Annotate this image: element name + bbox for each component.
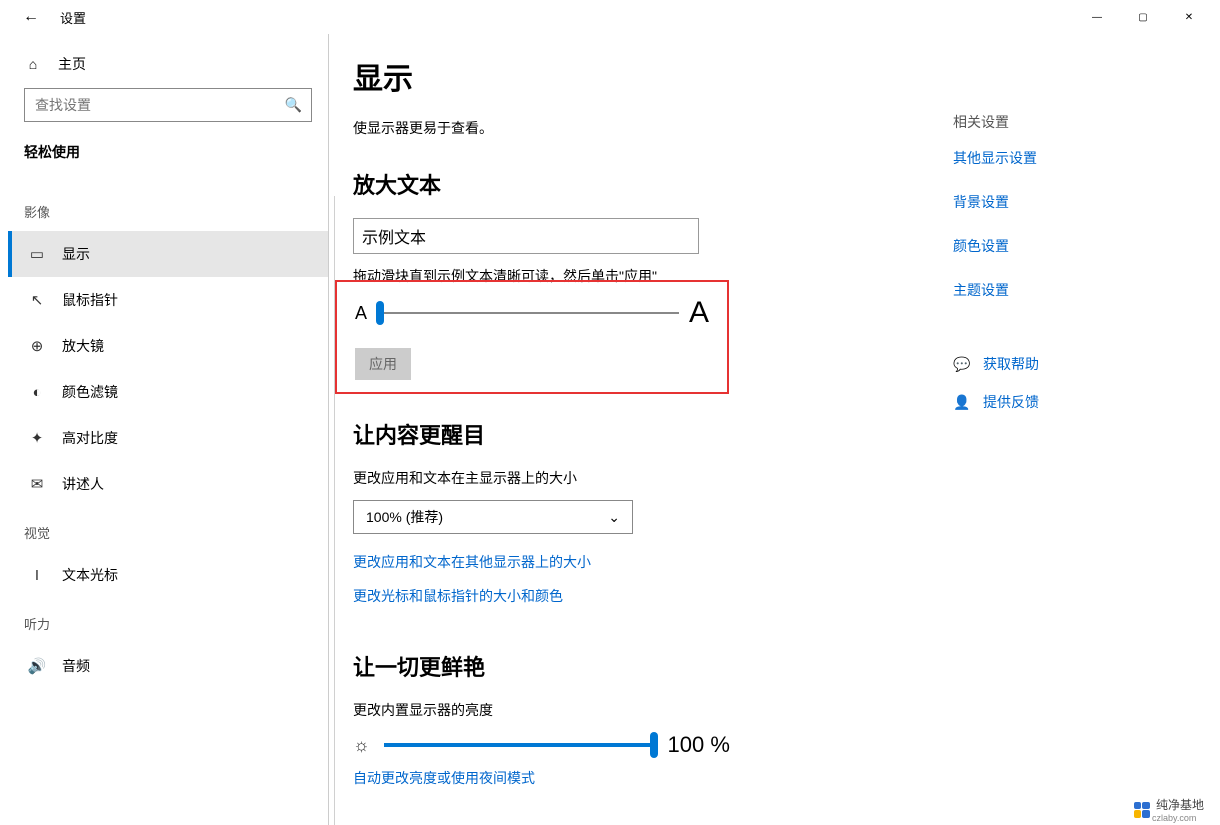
- watermark-brand: 纯净基地: [1156, 796, 1204, 813]
- link-other-displays[interactable]: 更改应用和文本在其他显示器上的大小: [353, 552, 913, 572]
- brightness-thumb[interactable]: [650, 732, 658, 758]
- minimize-button[interactable]: —: [1074, 0, 1120, 34]
- titlebar: ← 设置 — ▢ ✕: [8, 0, 1212, 34]
- sidebar-item-label: 讲述人: [62, 474, 104, 494]
- scale-label: 更改应用和文本在主显示器上的大小: [353, 468, 913, 488]
- main-area: 显示 使显示器更易于查看。 放大文本 示例文本 拖动滑块直到示例文本清晰可读，然…: [328, 34, 1212, 825]
- sidebar-item-color-filters[interactable]: ◐ 颜色滤镜: [8, 369, 328, 415]
- sun-icon: ☼: [353, 735, 370, 756]
- magnifier-icon: ⊕: [28, 337, 46, 355]
- sidebar-item-label: 鼠标指针: [62, 290, 118, 310]
- link-background-settings[interactable]: 背景设置: [953, 192, 1212, 212]
- page-subtitle: 使显示器更易于查看。: [353, 118, 913, 138]
- search-wrap: 🔍: [8, 88, 328, 142]
- close-button[interactable]: ✕: [1166, 0, 1212, 34]
- window-body: ⌂ 主页 🔍 轻松使用 影像 ▭ 显示 ↖ 鼠标指针 ⊕: [8, 34, 1212, 825]
- settings-window: ← 设置 — ▢ ✕ ⌂ 主页 🔍 轻松使用 影像: [8, 0, 1212, 825]
- sidebar-group-label: 视觉: [8, 507, 328, 552]
- section-enlarge-text: 放大文本: [353, 168, 913, 200]
- big-a-icon: A: [689, 296, 709, 330]
- section-content-prominent: 让内容更醒目: [353, 418, 913, 450]
- text-size-slider[interactable]: [377, 312, 679, 314]
- sidebar-item-high-contrast[interactable]: ✦ 高对比度: [8, 415, 328, 461]
- sidebar-item-mouse-pointer[interactable]: ↖ 鼠标指针: [8, 277, 328, 323]
- feedback-icon: 👤: [953, 394, 969, 411]
- sidebar-item-audio[interactable]: 🔊 音频: [8, 643, 328, 689]
- search-box: 🔍: [24, 88, 312, 122]
- sidebar: ⌂ 主页 🔍 轻松使用 影像 ▭ 显示 ↖ 鼠标指针 ⊕: [8, 34, 328, 825]
- sidebar-home-label: 主页: [58, 54, 86, 74]
- help-link: 获取帮助: [983, 354, 1039, 374]
- feedback-row[interactable]: 👤 提供反馈: [953, 392, 1212, 412]
- palette-icon: ◐: [28, 384, 46, 401]
- home-icon: ⌂: [24, 56, 42, 72]
- watermark: 纯净基地 czlaby.com: [1134, 796, 1204, 823]
- text-cursor-icon: I: [28, 567, 46, 584]
- scale-dropdown[interactable]: 100% (推荐) ⌄: [353, 500, 633, 534]
- sidebar-item-label: 放大镜: [62, 336, 104, 356]
- watermark-logo: [1134, 802, 1150, 818]
- sample-text-box: 示例文本: [353, 218, 699, 254]
- sidebar-item-display[interactable]: ▭ 显示: [8, 231, 328, 277]
- window-title: 设置: [54, 8, 86, 27]
- sidebar-group-label: 影像: [8, 186, 328, 231]
- maximize-button[interactable]: ▢: [1120, 0, 1166, 34]
- feedback-link: 提供反馈: [983, 392, 1039, 412]
- related-settings-title: 相关设置: [953, 112, 1212, 132]
- sidebar-item-label: 文本光标: [62, 565, 118, 585]
- link-night-mode[interactable]: 自动更改亮度或使用夜间模式: [353, 768, 913, 788]
- sidebar-item-label: 显示: [62, 244, 90, 264]
- watermark-sub: czlaby.com: [1152, 813, 1204, 823]
- link-theme-settings[interactable]: 主题设置: [953, 280, 1212, 300]
- highlight-box: A A 应用: [335, 280, 729, 394]
- sidebar-section-title: 轻松使用: [8, 142, 328, 186]
- scale-value: 100% (推荐): [366, 507, 443, 527]
- link-cursor-size[interactable]: 更改光标和鼠标指针的大小和颜色: [353, 586, 913, 606]
- content-column: 显示 使显示器更易于查看。 放大文本 示例文本 拖动滑块直到示例文本清晰可读，然…: [353, 54, 913, 825]
- sidebar-item-label: 高对比度: [62, 428, 118, 448]
- sidebar-item-label: 音频: [62, 656, 90, 676]
- sidebar-item-text-cursor[interactable]: I 文本光标: [8, 552, 328, 598]
- brightness-value: 100 %: [668, 732, 730, 758]
- window-controls: — ▢ ✕: [1074, 0, 1212, 34]
- brightness-row: ☼ 100 %: [353, 732, 913, 758]
- cursor-icon: ↖: [28, 291, 46, 309]
- text-size-slider-row: A A: [355, 296, 709, 330]
- search-input[interactable]: [24, 88, 312, 122]
- sidebar-home[interactable]: ⌂ 主页: [8, 34, 328, 88]
- contrast-icon: ✦: [28, 429, 46, 447]
- link-other-display-settings[interactable]: 其他显示设置: [953, 148, 1212, 168]
- search-icon: 🔍: [285, 97, 302, 114]
- apply-button[interactable]: 应用: [355, 348, 411, 380]
- sidebar-item-narrator[interactable]: ✉ 讲述人: [8, 461, 328, 507]
- chevron-down-icon: ⌄: [608, 509, 620, 526]
- right-pane: 相关设置 其他显示设置 背景设置 颜色设置 主题设置 💬 获取帮助 👤 提供反馈: [953, 54, 1212, 825]
- monitor-icon: ▭: [28, 245, 46, 263]
- speaker-icon: 🔊: [28, 657, 46, 675]
- speech-icon: ✉: [28, 475, 46, 493]
- help-row[interactable]: 💬 获取帮助: [953, 354, 1212, 374]
- sidebar-item-label: 颜色滤镜: [62, 382, 118, 402]
- brightness-slider[interactable]: [384, 743, 654, 747]
- back-icon: ←: [23, 8, 39, 26]
- sample-text: 示例文本: [362, 224, 426, 248]
- sidebar-item-magnifier[interactable]: ⊕ 放大镜: [8, 323, 328, 369]
- page-title: 显示: [353, 54, 913, 98]
- link-color-settings[interactable]: 颜色设置: [953, 236, 1212, 256]
- brightness-label: 更改内置显示器的亮度: [353, 700, 913, 720]
- help-icon: 💬: [953, 356, 969, 373]
- back-button[interactable]: ←: [8, 0, 54, 34]
- sidebar-group-label: 听力: [8, 598, 328, 643]
- slider-thumb[interactable]: [376, 301, 384, 325]
- small-a-icon: A: [355, 303, 367, 324]
- section-vivid: 让一切更鲜艳: [353, 650, 913, 682]
